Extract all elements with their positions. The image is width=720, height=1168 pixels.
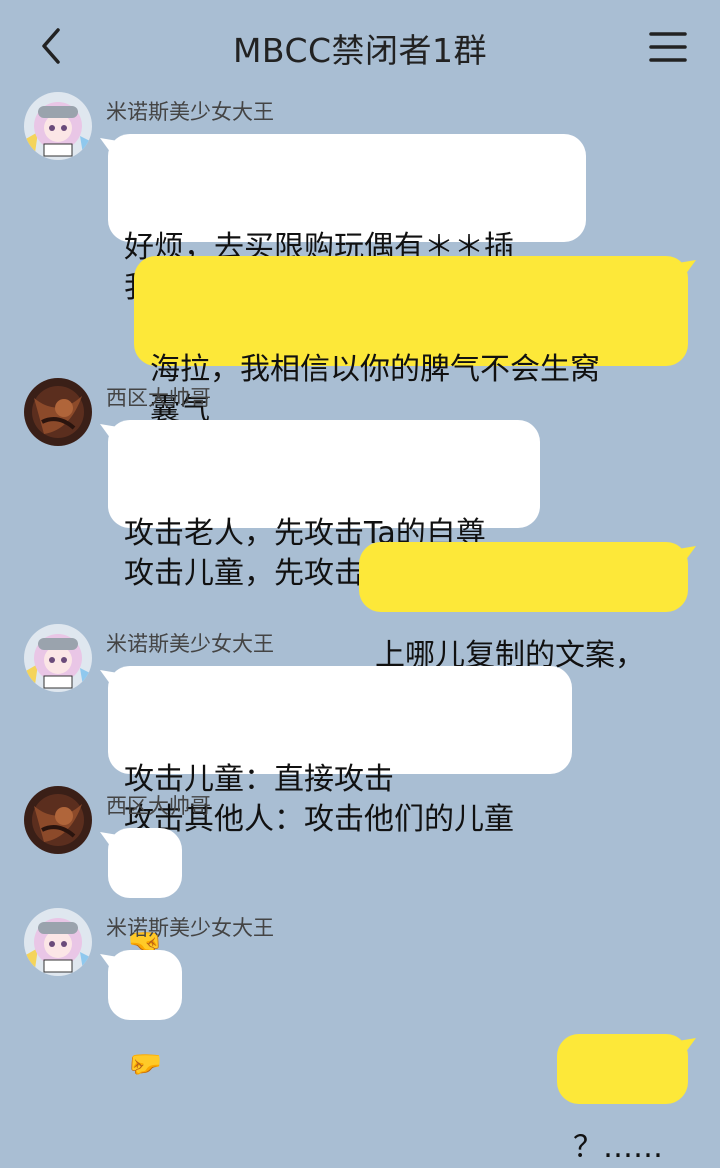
sender-name: 米诺斯美少女大王 bbox=[106, 100, 274, 124]
avatar-dark[interactable] bbox=[24, 786, 92, 854]
message-bubble[interactable]: 海拉，我相信以你的脾气不会生窝 囊气 bbox=[134, 256, 696, 427]
sender-name: 西区大帅哥 bbox=[106, 386, 211, 410]
message-bubble[interactable]: 🤛 bbox=[100, 950, 182, 1080]
bubble-tail bbox=[672, 260, 696, 282]
message-bubble[interactable]: 攻击老人，先攻击Ta的自尊 攻击儿童，先攻击Ta的天真 bbox=[100, 420, 540, 591]
chat-header: MBCC禁闭者1群 bbox=[0, 0, 720, 92]
message-bubble[interactable]: 好烦，去买限购玩偶有＊＊插 我们的队【此消息已优化】 bbox=[100, 134, 586, 305]
message-text: 海拉，我相信以你的脾气不会生窝 囊气 bbox=[150, 352, 600, 427]
message-bubble[interactable]: ？…… bbox=[557, 1034, 696, 1165]
avatar-dark[interactable] bbox=[24, 378, 92, 446]
bubble-tail bbox=[100, 832, 124, 854]
avatar-anime-girl[interactable] bbox=[24, 908, 92, 976]
sender-name: 米诺斯美少女大王 bbox=[106, 916, 274, 940]
avatar-anime-girl[interactable] bbox=[24, 92, 92, 160]
left-fist-emoji: 🤛 bbox=[127, 1047, 163, 1080]
hamburger-menu-icon[interactable] bbox=[648, 30, 688, 64]
bubble-tail bbox=[100, 138, 124, 160]
avatar-anime-girl[interactable] bbox=[24, 624, 92, 692]
sender-name: 米诺斯美少女大王 bbox=[106, 632, 274, 656]
message-bubble[interactable]: 🤜 bbox=[100, 828, 182, 958]
bubble-tail bbox=[100, 954, 124, 976]
message-bubble[interactable]: 上哪儿复制的文案， bbox=[359, 542, 696, 673]
chat-title: MBCC禁闭者1群 bbox=[232, 31, 488, 70]
bubble-tail bbox=[672, 546, 696, 568]
message-text: ？…… bbox=[573, 1130, 663, 1165]
sender-name: 西区大帅哥 bbox=[106, 794, 211, 818]
bubble-tail bbox=[100, 670, 124, 692]
bubble-tail bbox=[672, 1038, 696, 1060]
bubble-tail bbox=[100, 424, 124, 446]
message-bubble[interactable]: 攻击儿童：直接攻击 攻击其他人：攻击他们的儿童 bbox=[100, 666, 572, 837]
